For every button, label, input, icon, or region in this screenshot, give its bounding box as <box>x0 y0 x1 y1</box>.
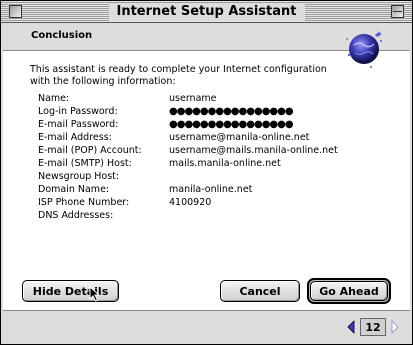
detail-row-email-address: E-mail Address: username@manila-online.n… <box>38 131 403 144</box>
detail-label: Domain Name: <box>38 184 110 195</box>
detail-row-isp-phone: ISP Phone Number: 4100920 <box>38 196 403 209</box>
detail-label: E-mail Password: <box>38 119 119 130</box>
detail-label: E-mail (POP) Account: <box>38 145 142 156</box>
title-bar[interactable]: Internet Setup Assistant <box>1 1 412 23</box>
detail-value: manila-online.net <box>169 184 253 195</box>
globe-icon <box>346 31 382 68</box>
detail-row-dns-addresses: DNS Addresses: <box>38 209 403 222</box>
detail-value: ●●●●●●●●●●●●●●●● <box>169 106 294 117</box>
detail-label: Name: <box>38 93 70 104</box>
page-navigator: 12 <box>344 318 402 336</box>
cancel-button[interactable]: Cancel <box>220 280 300 302</box>
go-ahead-button[interactable]: Go Ahead <box>310 281 388 301</box>
close-box-icon[interactable] <box>9 5 22 18</box>
detail-value: username@mails.manila-online.net <box>169 145 338 156</box>
detail-label: Log-in Password: <box>38 106 118 117</box>
section-title: Conclusion <box>31 30 93 41</box>
mouse-pointer-icon <box>89 286 101 302</box>
hide-details-button[interactable]: Hide Details <box>22 280 119 302</box>
collapse-box-icon[interactable] <box>391 5 404 18</box>
detail-row-email-password: E-mail Password: ●●●●●●●●●●●●●●●● <box>38 118 403 131</box>
detail-row-pop-account: E-mail (POP) Account: username@mails.man… <box>38 144 403 157</box>
detail-row-login-password: Log-in Password: ●●●●●●●●●●●●●●●● <box>38 105 403 118</box>
detail-value: ●●●●●●●●●●●●●●●● <box>169 119 294 130</box>
detail-label: E-mail Address: <box>38 132 112 143</box>
page-number: 12 <box>360 318 386 336</box>
detail-value: username <box>169 93 217 104</box>
window-title: Internet Setup Assistant <box>108 3 305 21</box>
detail-row-smtp-host: E-mail (SMTP) Host: mails.manila-online.… <box>38 157 403 170</box>
detail-value: username@manila-online.net <box>169 132 310 143</box>
intro-text: This assistant is ready to complete your… <box>30 64 327 87</box>
right-arrow-icon[interactable] <box>388 318 402 336</box>
detail-value: 4100920 <box>169 197 212 208</box>
detail-value: mails.manila-online.net <box>169 158 281 169</box>
detail-row-domain-name: Domain Name: manila-online.net <box>38 183 403 196</box>
setup-assistant-window: Internet Setup Assistant Conclusion This… <box>0 0 413 345</box>
left-arrow-icon[interactable] <box>344 318 358 336</box>
detail-label: DNS Addresses: <box>38 210 114 221</box>
detail-label: Newsgroup Host: <box>38 171 120 182</box>
detail-row-name: Name: username <box>38 92 403 105</box>
detail-row-newsgroup-host: Newsgroup Host: <box>38 170 403 183</box>
detail-label: ISP Phone Number: <box>38 197 130 208</box>
details-panel: This assistant is ready to complete your… <box>3 50 410 311</box>
detail-label: E-mail (SMTP) Host: <box>38 158 132 169</box>
details-list: Name: username Log-in Password: ●●●●●●●●… <box>38 92 403 222</box>
